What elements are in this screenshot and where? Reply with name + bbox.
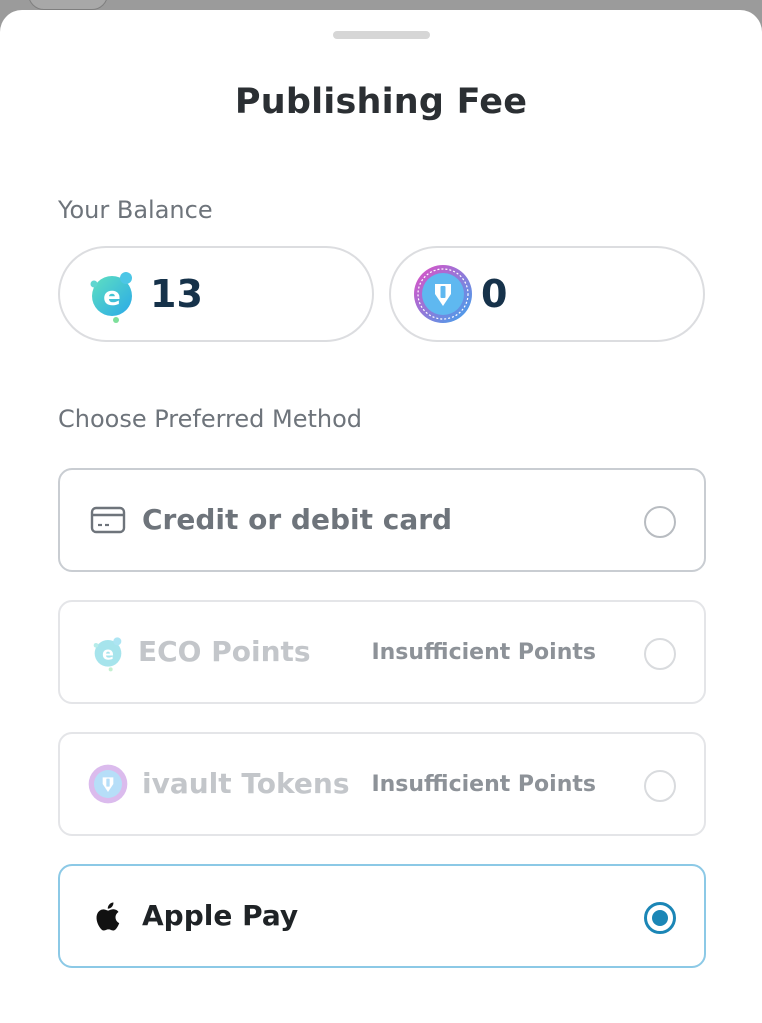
payment-option-radio-selected[interactable] <box>644 902 676 934</box>
payment-option-label: Apple Pay <box>142 899 299 932</box>
eco-balance-amount: 13 <box>150 272 203 316</box>
eco-points-coin-icon: e <box>90 272 132 323</box>
payment-option-eco-points[interactable]: e ECO Points Insufficient Points <box>58 600 706 704</box>
eco-points-coin-icon: e <box>93 637 122 672</box>
background-app-edge <box>28 0 108 10</box>
publishing-fee-bottom-sheet: Publishing Fee Your Balance e 13 0 Choos… <box>0 10 762 1023</box>
balance-section-label: Your Balance <box>58 196 213 224</box>
payment-option-radio[interactable] <box>644 506 676 538</box>
sheet-drag-handle[interactable] <box>333 31 430 39</box>
ivault-token-coin-icon <box>88 764 128 804</box>
payment-option-apple-pay[interactable]: Apple Pay <box>58 864 706 968</box>
sheet-title: Publishing Fee <box>234 82 528 122</box>
payment-option-credit-card[interactable]: Credit or debit card <box>58 468 706 572</box>
apple-logo-icon <box>96 902 120 931</box>
eco-balance-pill: e 13 <box>58 246 374 342</box>
ivault-balance-pill: 0 <box>389 246 705 342</box>
method-section-label: Choose Preferred Method <box>58 405 363 433</box>
credit-card-icon <box>90 506 126 534</box>
svg-text:e: e <box>102 644 114 664</box>
payment-option-radio[interactable] <box>644 770 676 802</box>
ivault-balance-amount: 0 <box>481 272 508 316</box>
payment-option-ivault-tokens[interactable]: ivault Tokens Insufficient Points <box>58 732 706 836</box>
insufficient-points-note: Insufficient Points <box>371 772 596 797</box>
payment-option-label: ivault Tokens <box>142 767 350 800</box>
payment-option-radio[interactable] <box>644 638 676 670</box>
payment-option-label: ECO Points <box>138 635 311 668</box>
payment-option-label: Credit or debit card <box>142 503 453 536</box>
insufficient-points-note: Insufficient Points <box>371 640 596 665</box>
ivault-token-coin-icon <box>414 265 472 323</box>
svg-text:e: e <box>103 282 121 312</box>
